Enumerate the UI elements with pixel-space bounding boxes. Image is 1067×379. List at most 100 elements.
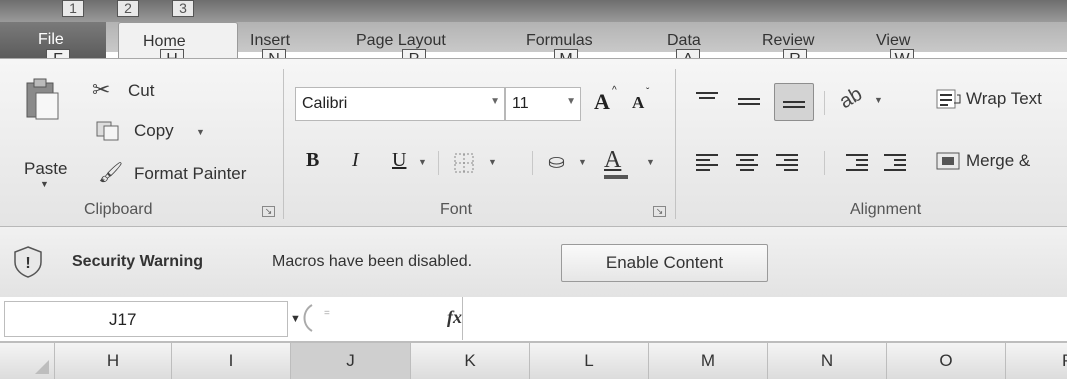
format-painter-label: Format Painter [134,164,247,183]
wrap-text-button[interactable]: Wrap Text [936,87,1067,115]
middle-align-button[interactable] [738,95,760,108]
chevron-down-icon: ▼ [646,157,655,167]
group-divider [675,69,676,219]
divider [532,151,533,175]
tab-data[interactable]: Data [667,32,701,50]
column-header-i[interactable]: I [172,343,291,379]
paintbrush-icon: 🖌 [98,162,124,184]
cut-button[interactable]: ✂ Cut [92,77,192,105]
clipboard-icon [26,78,59,120]
security-warning-title: Security Warning [72,253,203,270]
formula-controls: = fx [300,303,462,333]
group-label-font: Font [440,201,473,218]
column-header-h[interactable]: H [55,343,172,379]
security-warning-message: Macros have been disabled. [272,253,473,270]
borders-button[interactable]: ▼ [454,151,504,177]
copy-label: Copy [134,121,174,140]
paint-bucket-icon: ⛀ [548,151,565,173]
font-color-swatch [604,175,628,179]
column-header-j[interactable]: J [291,343,411,379]
column-header-l[interactable]: L [530,343,649,379]
tab-formulas[interactable]: Formulas [526,32,593,50]
ribbon: Paste ▼ ✂ Cut Copy ▼ 🖌 Format Painter Cl… [0,58,1067,227]
qat-keytip-2: 2 [117,0,139,17]
formula-input[interactable] [462,297,1067,340]
column-header-p[interactable]: P [1006,343,1067,379]
caret-up-icon: ^ [612,85,617,96]
divider [824,91,825,115]
column-header-m[interactable]: M [649,343,768,379]
tab-page-layout[interactable]: Page Layout [356,32,446,50]
copy-button[interactable]: Copy ▼ [96,119,226,145]
enable-content-button[interactable]: Enable Content [561,244,768,282]
name-box-value: J17 [109,310,137,329]
formula-bar: J17 ▼ = fx [0,297,1067,342]
align-right-button[interactable] [776,151,798,174]
font-size-value: 11 [512,95,529,112]
svg-text:!: ! [25,255,30,272]
grow-font-button[interactable]: A ^ [592,85,626,119]
font-launcher-icon[interactable]: ↘ [653,206,666,217]
orientation-button[interactable]: ab ▼ [836,83,890,115]
borders-icon [454,153,474,173]
increase-indent-button[interactable] [884,151,906,174]
merge-center-button[interactable]: Merge & [936,149,1067,177]
scissors-icon: ✂ [92,77,111,102]
chevron-down-icon: ▼ [40,179,49,189]
merge-icon [936,152,960,170]
paste-label: Paste [24,159,68,178]
shield-warning-icon: ! [14,246,42,278]
group-divider [283,69,284,219]
decrease-indent-button[interactable] [846,151,868,174]
italic-button[interactable]: I [352,149,359,172]
name-box[interactable]: J17 [4,301,288,337]
chevron-down-icon: ▼ [196,127,205,137]
caret-down-icon: ˇ [646,87,650,98]
bold-button[interactable]: B [306,149,319,172]
font-size-select[interactable]: 11 ▼ [505,87,581,121]
shrink-font-button[interactable]: A ˇ [630,85,664,119]
align-left-button[interactable] [696,151,718,174]
tab-review[interactable]: Review [762,32,814,50]
qat-keytip-1: 1 [62,0,84,17]
format-painter-button[interactable]: 🖌 Format Painter [98,162,278,188]
column-header-o[interactable]: O [887,343,1006,379]
chevron-down-icon: ▼ [488,157,497,167]
qat-keytip-3: 3 [172,0,194,17]
chevron-down-icon: ▼ [418,157,427,167]
divider [824,151,825,175]
column-headers: H I J K L M N O P [0,342,1067,379]
orientation-icon: ab [835,82,867,114]
underline-button[interactable]: U [392,149,406,172]
shrink-font-glyph: A [632,93,645,112]
grow-font-glyph: A [594,89,610,114]
select-all-corner[interactable] [0,343,55,379]
tab-insert[interactable]: Insert [250,32,290,50]
group-label-clipboard: Clipboard [84,201,153,218]
merge-label: Merge & [966,151,1031,170]
font-color-glyph: A [604,147,622,173]
font-color-button[interactable]: A ▼ [604,145,660,179]
clipboard-launcher-icon[interactable]: ↘ [262,206,275,217]
center-button[interactable] [736,151,758,174]
title-bar: 1 2 3 [0,0,1067,22]
tab-view[interactable]: View [876,32,910,50]
column-header-k[interactable]: K [411,343,530,379]
copy-icon [96,121,119,141]
fill-color-button[interactable]: ⛀ ▼ [548,149,598,177]
select-all-icon [35,360,49,374]
security-warning-bar: ! Security Warning Macros have been disa… [0,226,1067,298]
paste-button[interactable]: Paste ▼ [18,77,70,189]
column-header-n[interactable]: N [768,343,887,379]
insert-function-button[interactable]: fx [447,307,462,328]
chevron-down-icon: ▼ [874,95,883,105]
chevron-down-icon: ▼ [578,157,587,167]
font-name-value: Calibri [302,95,348,112]
group-label-alignment: Alignment [850,201,922,218]
wrap-text-icon [936,89,961,109]
chevron-down-icon: ▼ [490,96,500,107]
top-align-button[interactable] [696,89,718,102]
font-name-select[interactable]: Calibri ▼ [295,87,505,121]
cut-label: Cut [128,81,155,100]
bottom-align-button[interactable] [774,83,814,121]
